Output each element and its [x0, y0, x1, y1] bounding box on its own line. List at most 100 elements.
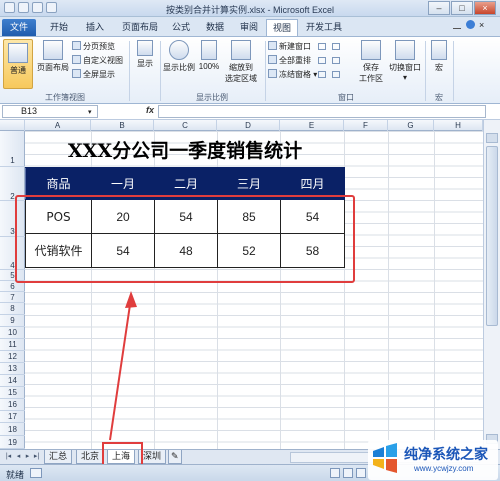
macro-record-icon[interactable] [30, 468, 42, 478]
view-side-by-side-icon[interactable] [332, 43, 340, 50]
vertical-scrollbar[interactable] [483, 120, 500, 449]
custom-views-button[interactable]: 自定义视图 [72, 55, 123, 67]
group-separator [425, 41, 426, 101]
zoom-to-selection-button[interactable]: 缩放到 选定区域 [222, 40, 260, 84]
reset-position-icon[interactable] [332, 71, 340, 78]
column-header[interactable]: A [25, 120, 91, 131]
column-header[interactable]: D [217, 120, 280, 131]
zoom-selection-label: 缩放到 [229, 63, 253, 72]
formula-input[interactable] [158, 105, 486, 118]
tab-home[interactable]: 开始 [44, 19, 74, 36]
next-sheet-icon[interactable]: ▸ [23, 452, 32, 462]
macros-button[interactable]: 宏 [428, 40, 450, 73]
column-header-bar: A B C D E F G H [0, 120, 500, 131]
arrange-all-button[interactable]: 全部重排 [268, 55, 311, 67]
show-button[interactable]: 显示 [132, 40, 158, 69]
row-header[interactable]: 14 [0, 375, 25, 387]
sheet-tab-beijing[interactable]: 北京 [76, 450, 105, 464]
zoom-100-icon [201, 40, 217, 60]
page-layout-view-button[interactable]: 页面布局 [36, 40, 70, 73]
magnifier-icon [169, 40, 189, 60]
help-icon[interactable] [466, 20, 475, 29]
close-workbook-icon[interactable]: × [479, 20, 484, 30]
last-sheet-icon[interactable]: ▸| [32, 452, 41, 462]
zoom-100-button[interactable]: 100% [198, 40, 220, 71]
sheet-title[interactable]: XXX分公司一季度销售统计 [25, 136, 345, 166]
row-header[interactable]: 15 [0, 387, 25, 399]
column-header[interactable]: G [388, 120, 434, 131]
column-header[interactable]: B [91, 120, 154, 131]
unhide-icon[interactable] [318, 71, 326, 78]
row-header[interactable]: 10 [0, 327, 25, 339]
formula-bar: B13 ▾ fx [0, 104, 500, 120]
arrange-all-label: 全部重排 [279, 56, 311, 65]
tab-developer[interactable]: 开发工具 [300, 19, 348, 36]
normal-view-icon[interactable] [330, 468, 340, 478]
column-header[interactable]: E [280, 120, 344, 131]
zoom-button[interactable]: 显示比例 [162, 40, 196, 73]
dropdown-arrow-icon: ▾ [402, 73, 407, 82]
new-window-button[interactable]: 新建窗口 [268, 41, 311, 53]
column-header[interactable]: C [154, 120, 217, 131]
scrollbar-thumb[interactable] [486, 146, 498, 326]
page-break-view-icon[interactable] [356, 468, 366, 478]
freeze-panes-label: 冻结窗格 [279, 70, 311, 79]
normal-view-label: 普通 [10, 66, 26, 75]
first-sheet-icon[interactable]: |◂ [4, 452, 13, 462]
page-break-preview-button[interactable]: 分页预览 [72, 41, 115, 53]
tab-view[interactable]: 视图 [266, 19, 299, 36]
custom-views-label: 自定义视图 [83, 56, 123, 65]
freeze-panes-button[interactable]: 冻结窗格 ▾ [268, 69, 317, 81]
ribbon-minimize-icon[interactable] [453, 21, 461, 29]
row-header[interactable]: 12 [0, 351, 25, 363]
name-box[interactable]: B13 [2, 105, 98, 118]
watermark-logo-icon [373, 443, 397, 473]
tab-page-layout[interactable]: 页面布局 [116, 19, 164, 36]
row-header[interactable]: 18 [0, 423, 25, 436]
hide-icon[interactable] [318, 57, 326, 64]
split-icon[interactable] [318, 43, 326, 50]
prev-sheet-icon[interactable]: ◂ [14, 452, 23, 462]
tab-insert[interactable]: 插入 [80, 19, 110, 36]
page-layout-view-icon[interactable] [343, 468, 353, 478]
tab-data[interactable]: 数据 [200, 19, 230, 36]
row-header[interactable]: 1 [0, 131, 25, 167]
row-header[interactable]: 17 [0, 411, 25, 423]
macros-icon [431, 40, 447, 60]
close-button[interactable]: × [474, 1, 496, 15]
row-header[interactable]: 9 [0, 315, 25, 327]
minimize-button[interactable]: – [428, 1, 450, 15]
row-header[interactable]: 7 [0, 292, 25, 303]
tab-formulas[interactable]: 公式 [166, 19, 196, 36]
row-header[interactable]: 11 [0, 339, 25, 351]
page-break-icon [72, 41, 81, 50]
row-header[interactable]: 13 [0, 363, 25, 375]
switch-windows-button[interactable]: 切换窗口 ▾ [388, 40, 422, 82]
save-workspace-icon [361, 40, 381, 60]
full-screen-button[interactable]: 全屏显示 [72, 69, 115, 81]
insert-sheet-icon[interactable]: ✎ [168, 450, 182, 464]
normal-view-button[interactable]: 普通 [3, 39, 33, 89]
fx-icon[interactable]: fx [146, 105, 154, 115]
save-workspace-button[interactable]: 保存 工作区 [356, 40, 386, 84]
tab-review[interactable]: 审阅 [234, 19, 264, 36]
page-layout-icon [43, 40, 63, 60]
row-header[interactable]: 8 [0, 303, 25, 315]
row-header-bar: 1 2 3 4 5 6 7 8 9 10 11 12 13 14 15 16 1… [0, 131, 25, 449]
chevron-down-icon[interactable]: ▾ [88, 108, 92, 116]
tab-file[interactable]: 文件 [2, 19, 36, 36]
row-header[interactable]: 16 [0, 399, 25, 411]
save-workspace-label: 保存 [363, 63, 379, 72]
maximize-button[interactable]: □ [451, 1, 473, 15]
ribbon: 普通 页面布局 分页预览 自定义视图 全屏显示 工作簿视图 显示 显示比例 10… [0, 36, 500, 104]
row-header[interactable]: 19 [0, 436, 25, 449]
select-all-corner[interactable] [0, 120, 25, 131]
sync-scroll-icon[interactable] [332, 57, 340, 64]
scroll-up-icon[interactable] [486, 133, 498, 143]
custom-views-icon [72, 55, 81, 64]
sheet-tab-summary[interactable]: 汇总 [44, 450, 73, 464]
watermark-url: www.ycwjzy.com [414, 464, 474, 473]
column-header[interactable]: H [434, 120, 483, 131]
column-header[interactable]: F [344, 120, 388, 131]
show-label: 显示 [137, 59, 153, 68]
